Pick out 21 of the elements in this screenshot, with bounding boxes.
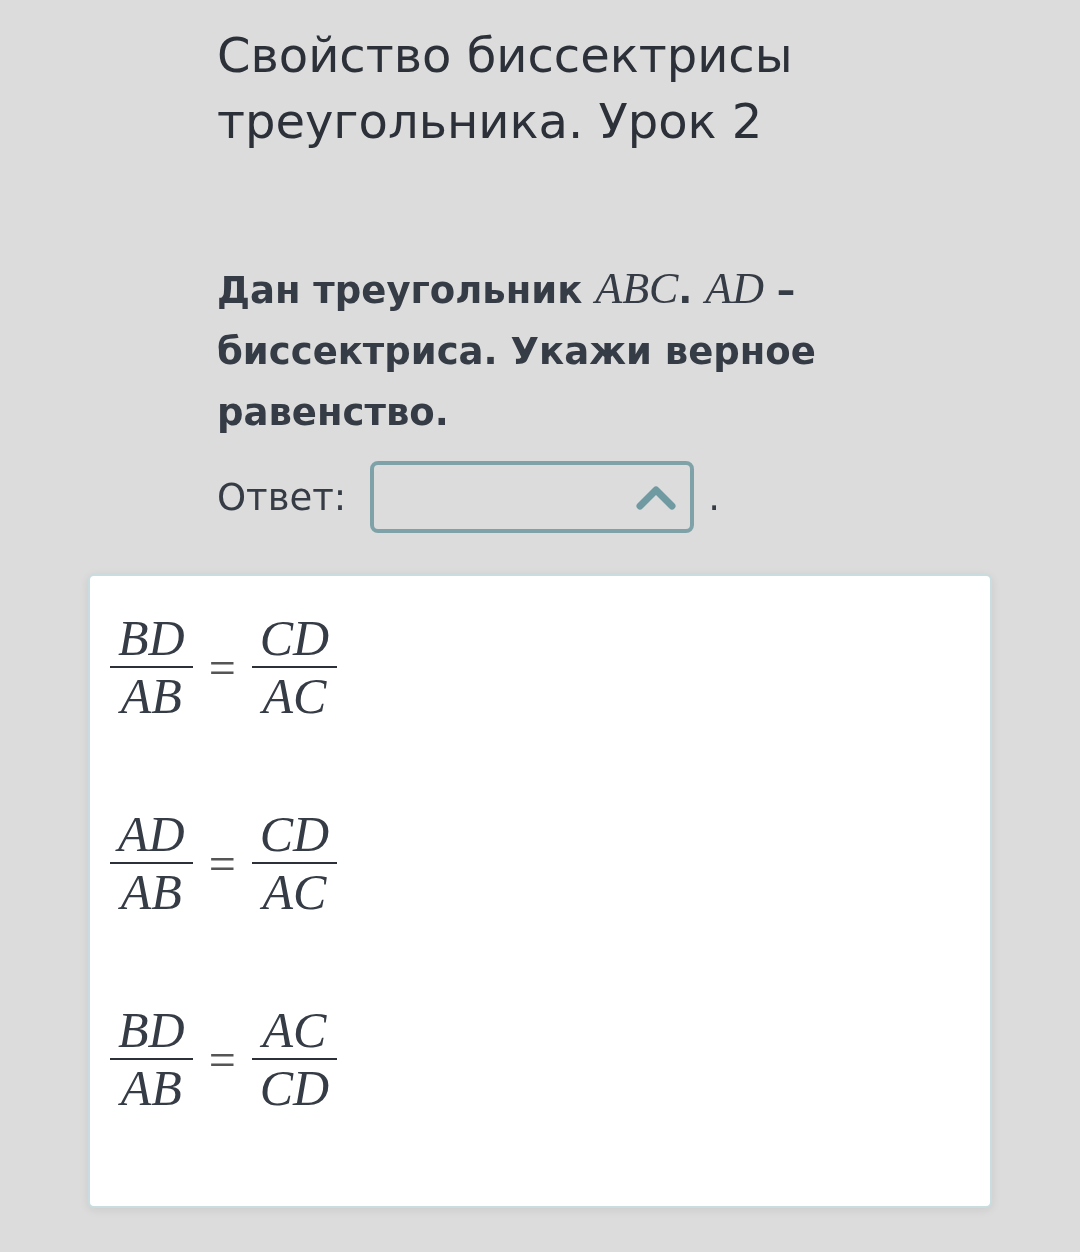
- fraction-numerator: CD: [258, 806, 331, 862]
- fraction-numerator: BD: [117, 610, 186, 666]
- fraction-denominator: AB: [110, 862, 193, 920]
- fraction-denominator: AC: [251, 862, 338, 920]
- fraction-numerator: AD: [110, 806, 193, 862]
- equals-sign: =: [208, 639, 236, 695]
- question-text: Дан треугольник ABC. AD – биссектриса. Укажи верное равенство.: [217, 263, 817, 436]
- fraction-denominator: CD: [251, 1058, 338, 1116]
- fraction-denominator: AC: [251, 666, 338, 724]
- answer-dropdown[interactable]: [370, 461, 695, 533]
- fraction-denominator: AB: [110, 666, 193, 724]
- fraction-numerator: BD: [117, 1002, 186, 1058]
- lesson-title: Свойство биссектрисы треугольника. Урок 2: [217, 26, 794, 151]
- fraction-denominator: AB: [110, 1058, 193, 1116]
- equals-sign: =: [208, 835, 236, 891]
- fraction-numerator: AC: [259, 1002, 328, 1058]
- chevron-up-icon: [636, 484, 677, 510]
- fraction-numerator: CD: [258, 610, 331, 666]
- answer-period: .: [708, 475, 721, 519]
- equals-sign: =: [208, 1031, 236, 1087]
- answer-label: Ответ:: [217, 475, 347, 519]
